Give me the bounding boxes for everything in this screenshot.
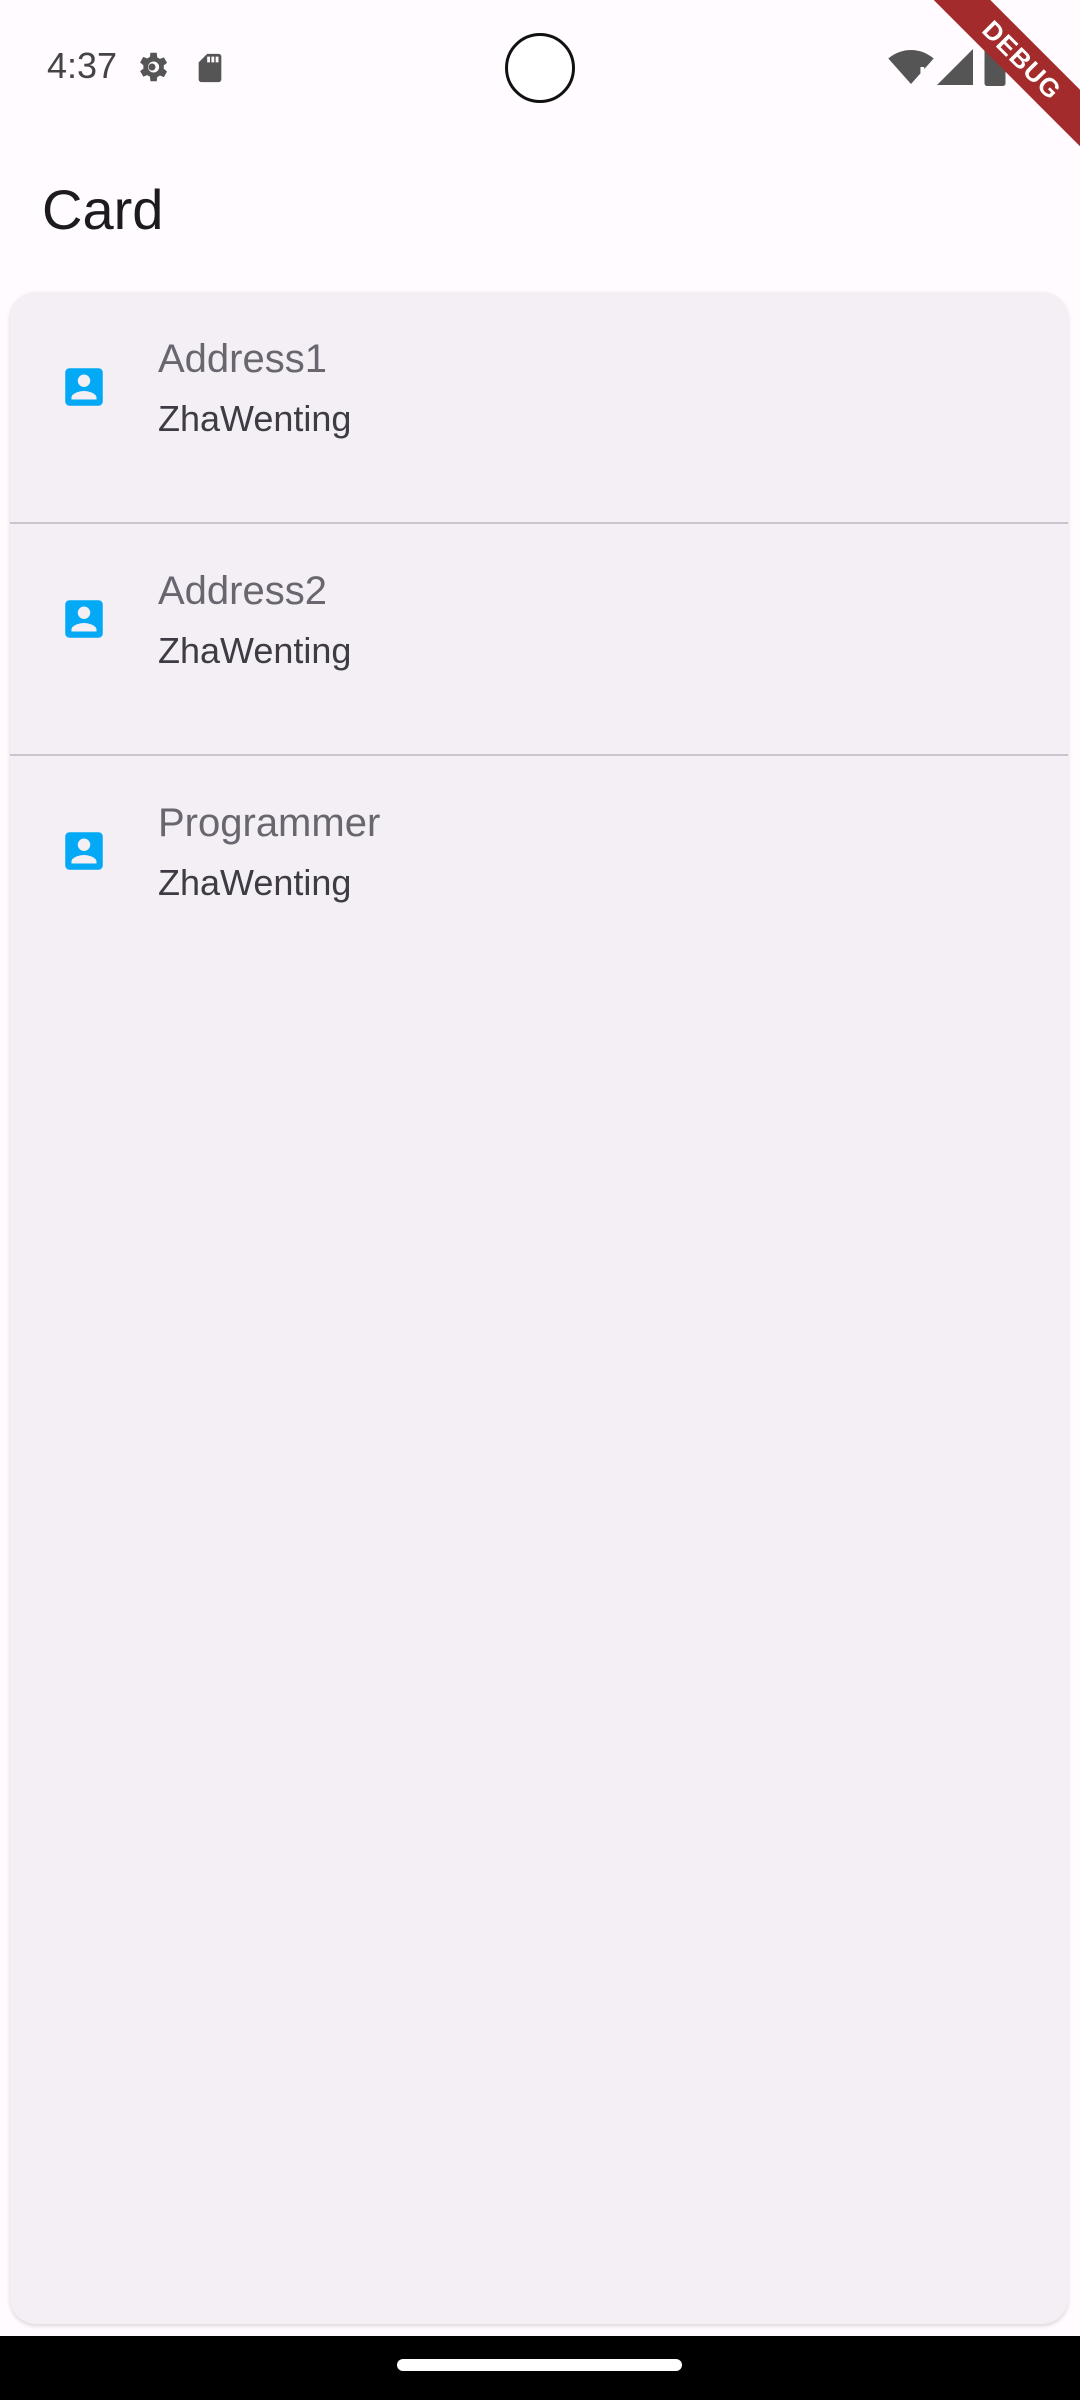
- account-box-icon: [65, 600, 103, 638]
- list-item-subtitle: ZhaWenting: [158, 630, 352, 671]
- status-time: 4:37: [47, 45, 118, 86]
- list-item-title: Programmer: [158, 801, 381, 845]
- account-box-icon: [65, 832, 103, 870]
- sd-card-icon: [198, 53, 222, 83]
- card: Address1 ZhaWenting Address2 ZhaWenting …: [10, 292, 1068, 2324]
- page-title: Card: [42, 178, 164, 241]
- account-box-icon: [65, 368, 103, 406]
- status-bar: 4:37: [0, 0, 1080, 135]
- list-item-address1[interactable]: Address1 ZhaWenting: [10, 292, 1068, 522]
- navigation-bar: [0, 2336, 1080, 2400]
- camera-cutout: [505, 33, 575, 103]
- list-item-subtitle: ZhaWenting: [158, 398, 352, 439]
- list-item-title: Address2: [158, 569, 327, 613]
- gear-icon: [140, 52, 168, 82]
- list-item-address2[interactable]: Address2 ZhaWenting: [10, 524, 1068, 754]
- list-item-programmer[interactable]: Programmer ZhaWenting: [10, 756, 1068, 986]
- home-indicator[interactable]: [397, 2359, 682, 2371]
- list-item-subtitle: ZhaWenting: [158, 862, 352, 903]
- list-item-title: Address1: [158, 337, 327, 381]
- app-bar: Card: [0, 135, 1080, 285]
